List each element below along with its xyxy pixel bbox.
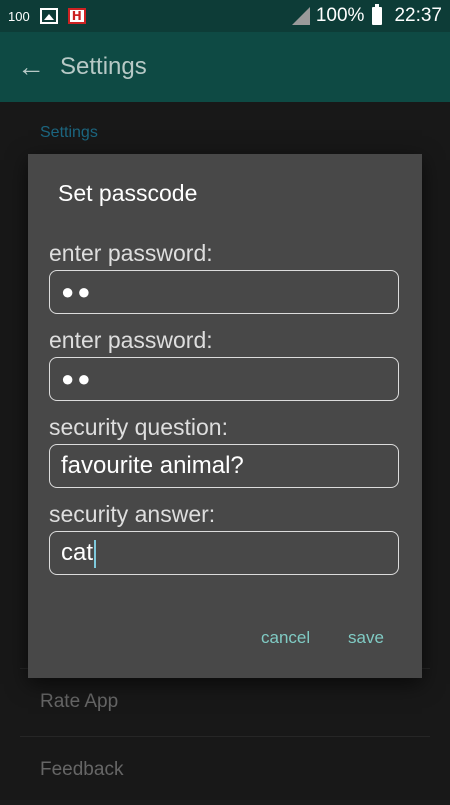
security-question-field[interactable]: favourite animal?: [49, 444, 399, 488]
battery-percent: 100%: [315, 5, 365, 26]
confirm-password-label: enter password:: [49, 327, 213, 353]
security-question-label: security question:: [49, 414, 228, 440]
set-passcode-dialog: Set passcode enter password: ●● enter pa…: [28, 154, 422, 678]
security-answer-value: cat: [61, 539, 94, 566]
status-bar: 100 100% 22:37: [0, 0, 450, 32]
clock: 22:37: [394, 5, 442, 26]
battery-icon: [372, 4, 383, 25]
text-cursor: [94, 539, 97, 568]
dialog-title: Set passcode: [58, 180, 198, 206]
signal-icon: [291, 7, 310, 25]
password-field[interactable]: ●●: [49, 270, 399, 314]
arrow-left-icon[interactable]: ←: [16, 52, 46, 82]
cancel-button[interactable]: cancel: [261, 628, 310, 648]
password-value: ●●: [61, 279, 94, 304]
security-question-value: favourite animal?: [61, 452, 244, 479]
page-title: Settings: [60, 53, 147, 80]
confirm-password-field[interactable]: ●●: [49, 357, 399, 401]
status-number: 100: [8, 8, 30, 24]
image-icon: [39, 8, 58, 24]
security-answer-field[interactable]: cat: [49, 531, 399, 575]
password-label: enter password:: [49, 240, 213, 266]
security-answer-label: security answer:: [49, 501, 216, 527]
app-bar: ← Settings: [0, 32, 450, 102]
confirm-password-value: ●●: [61, 366, 94, 391]
save-button[interactable]: save: [348, 628, 384, 648]
hn-app-icon: [67, 8, 86, 24]
